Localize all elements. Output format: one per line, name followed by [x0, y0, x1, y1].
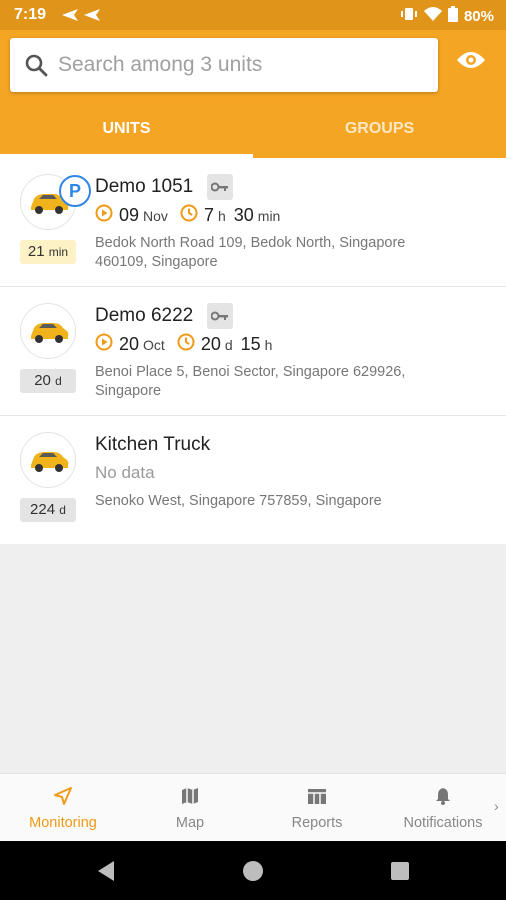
- unit-address: Bedok North Road 109, Bedok North, Singa…: [95, 235, 406, 270]
- status-right: 80%: [400, 6, 494, 26]
- system-navigation-bar: [0, 841, 506, 900]
- recents-icon[interactable]: [390, 861, 410, 886]
- duration-value-b: 30: [233, 205, 254, 225]
- tab-units[interactable]: UNITS: [0, 110, 253, 158]
- unit-name: Demo 1051: [95, 176, 194, 197]
- play-circle-icon: [95, 333, 113, 356]
- unit-row[interactable]: 224 d Kitchen Truck No data Senoko West,…: [0, 416, 506, 544]
- no-data-status: No data: [95, 463, 155, 482]
- battery-percent: 80%: [463, 7, 494, 25]
- navigation-arrow-icon: [53, 786, 73, 810]
- car-icon: [31, 323, 69, 343]
- unit-meta: 09 Nov 7 h 30 min: [95, 204, 280, 227]
- clock-icon: [177, 333, 195, 356]
- unit-avatar: [20, 432, 76, 488]
- unit-name: Demo 6222: [95, 305, 194, 326]
- clock-icon: [180, 204, 198, 227]
- unit-address: Benoi Place 5, Benoi Sector, Singapore 6…: [95, 364, 406, 399]
- nav-monitoring-label: Monitoring: [29, 815, 97, 831]
- duration-unit-b: min: [257, 207, 281, 224]
- status-bar: 7:19 80%: [0, 0, 506, 30]
- play-circle-icon: [95, 204, 113, 227]
- date-day: 09: [119, 205, 140, 225]
- duration-unit-a: d: [224, 336, 233, 353]
- date-month: Nov: [143, 207, 168, 224]
- map-icon: [180, 786, 200, 810]
- unit-list: P 21 min Demo 1051 09 Nov 7 h 30 min Bed…: [0, 158, 506, 544]
- date-day: 20: [119, 334, 140, 354]
- home-icon[interactable]: [241, 859, 265, 888]
- unit-row[interactable]: 20 d Demo 6222 20 Oct 20 d 15 h Benoi Pl…: [0, 287, 506, 416]
- bell-icon: [433, 786, 453, 810]
- unit-meta: 20 Oct 20 d 15 h: [95, 333, 272, 356]
- wifi-icon: [423, 6, 442, 26]
- nav-reports-label: Reports: [291, 815, 343, 831]
- back-icon[interactable]: [96, 860, 116, 887]
- nav-notifications-label: Notifications: [403, 815, 483, 831]
- parking-badge: P: [59, 175, 91, 207]
- last-message-age: 224 d: [20, 498, 76, 522]
- unit-row[interactable]: P 21 min Demo 1051 09 Nov 7 h 30 min Bed…: [0, 158, 506, 287]
- search-input[interactable]: [58, 50, 418, 80]
- search-box[interactable]: [10, 38, 438, 92]
- search-icon: [24, 53, 48, 82]
- unit-address: Senoko West, Singapore 757859, Singapore: [95, 493, 382, 509]
- nav-map-label: Map: [175, 815, 205, 831]
- ignition-key-icon: [207, 174, 233, 200]
- ignition-key-icon: [207, 303, 233, 329]
- chevron-right-icon[interactable]: ›: [494, 798, 499, 814]
- nav-notifications[interactable]: Notifications: [380, 774, 506, 842]
- car-icon: [31, 452, 69, 472]
- reports-table-icon: [307, 786, 327, 810]
- unit-avatar: [20, 303, 76, 359]
- duration-unit-a: h: [217, 207, 226, 224]
- tab-bar: UNITS GROUPS: [0, 110, 506, 158]
- app-bar: UNITS GROUPS: [0, 30, 506, 158]
- last-message-age: 20 d: [20, 369, 76, 393]
- unit-name: Kitchen Truck: [95, 434, 211, 455]
- battery-icon: [447, 6, 458, 26]
- visibility-eye-icon[interactable]: [456, 50, 486, 75]
- vibrate-icon: [400, 6, 418, 26]
- date-month: Oct: [143, 336, 165, 353]
- tab-groups[interactable]: GROUPS: [253, 110, 506, 158]
- navigation-arrows-icon: [60, 7, 104, 28]
- last-message-age: 21 min: [20, 240, 76, 264]
- duration-value-a: 7: [203, 205, 214, 225]
- nav-reports[interactable]: Reports: [254, 774, 380, 842]
- duration-value-b: 15: [240, 334, 261, 354]
- nav-monitoring[interactable]: Monitoring: [0, 774, 126, 842]
- status-time: 7:19: [14, 6, 47, 23]
- nav-map[interactable]: Map: [126, 774, 254, 842]
- bottom-navigation: Monitoring Map Reports Notifications ›: [0, 773, 506, 841]
- duration-value-a: 20: [200, 334, 221, 354]
- duration-unit-b: h: [264, 336, 273, 353]
